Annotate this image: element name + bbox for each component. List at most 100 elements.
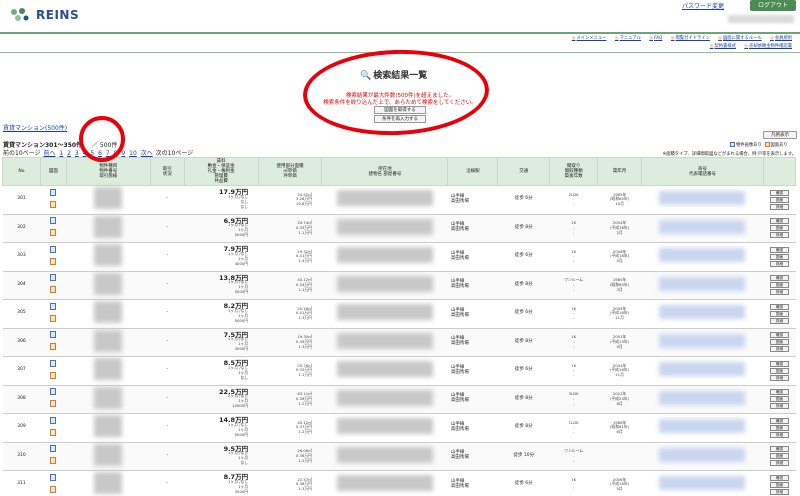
row-area-cell: 19.30㎡ 0.39万円 1.3万円	[258, 327, 322, 357]
pager-page-2[interactable]: 2	[67, 150, 71, 157]
row-built-cell: 1986年 (昭和61年) 6月	[597, 413, 642, 443]
row-price-cell: 9.5万円 1ヶ月 /なし 1ヶ月 なし	[184, 441, 259, 471]
row-actions: 確認 図面 詳細	[763, 441, 796, 471]
pager-page-10[interactable]: 10	[129, 150, 137, 157]
photo-doc-icon[interactable]	[50, 217, 57, 225]
row-image-cell	[40, 270, 67, 300]
drawing-doc-icon[interactable]	[50, 314, 57, 322]
row-line-cell: 山手線 高田馬場	[447, 270, 498, 300]
photo-doc-icon[interactable]	[50, 388, 57, 396]
password-change-link[interactable]: パスワード変更	[682, 1, 724, 10]
confirm-button[interactable]: 確認	[769, 474, 789, 481]
photo-doc-icon[interactable]	[50, 473, 57, 481]
detail-button[interactable]: 詳細	[769, 346, 789, 353]
confirm-button[interactable]: 確認	[769, 303, 789, 310]
detail-button[interactable]: 詳細	[769, 488, 789, 495]
row-bukken-blurred	[66, 213, 151, 243]
photo-doc-icon[interactable]	[50, 359, 57, 367]
row-price-cell: 6.9万円 1ヶ月 /なし 1ヶ月 5000円	[184, 213, 259, 243]
row-price-cell: 8.7万円 1ヶ月 /なし 1ヶ月 3000円	[184, 470, 259, 496]
photo-doc-icon[interactable]	[50, 445, 57, 453]
detail-button[interactable]: 詳細	[769, 232, 789, 239]
drawing-button[interactable]: 図面	[769, 481, 789, 488]
nav-faq[interactable]: FAQ	[649, 36, 662, 41]
drawing-doc-icon[interactable]	[50, 286, 57, 294]
confirm-button[interactable]: 確認	[769, 389, 789, 396]
photo-doc-icon[interactable]	[50, 416, 57, 424]
pager-page-1[interactable]: 1	[59, 150, 63, 157]
table-row: 309 - 14.8万円 1ヶ月 /なし 1ヶ月 5000円 40.12㎡ 0.…	[2, 413, 796, 443]
confirm-button[interactable]: 確認	[769, 246, 789, 253]
photo-doc-icon[interactable]	[50, 302, 57, 310]
red-annotation-circle-count	[79, 116, 125, 162]
pager-next[interactable]: 次へ	[141, 150, 153, 157]
nav-guideline[interactable]: 閲覧ガイドライン	[671, 36, 710, 41]
drawing-button[interactable]: 図面	[769, 453, 789, 460]
drawing-button[interactable]: 図面	[769, 424, 789, 431]
pager-next10[interactable]: 次の10ページ	[156, 150, 194, 157]
pager-page-3[interactable]: 3	[75, 150, 79, 157]
confirm-button[interactable]: 確認	[769, 360, 789, 367]
drawing-button[interactable]: 図面	[769, 282, 789, 289]
nav-contract-forms[interactable]: 契約書様式	[710, 44, 736, 49]
drawing-button[interactable]: 図面	[769, 196, 789, 203]
row-image-cell	[40, 327, 67, 357]
row-access: 徒歩 6分	[497, 242, 550, 272]
detail-button[interactable]: 詳細	[769, 431, 789, 438]
drawing-button[interactable]: 図面	[769, 339, 789, 346]
legend-toggle-button[interactable]: 凡例表示	[763, 131, 797, 139]
row-image-cell	[40, 356, 67, 386]
photo-doc-icon[interactable]	[50, 331, 57, 339]
drawing-doc-icon[interactable]	[50, 371, 57, 379]
detail-button[interactable]: 詳細	[769, 203, 789, 210]
drawing-button[interactable]: 図面	[769, 367, 789, 374]
row-access: 徒歩 8分	[497, 413, 550, 443]
pager-page-9[interactable]: 9	[121, 150, 125, 157]
detail-button[interactable]: 詳細	[769, 317, 789, 324]
photo-doc-icon[interactable]	[50, 188, 57, 196]
photo-doc-icon[interactable]	[50, 245, 57, 253]
row-madori-cell: 1K --	[549, 242, 598, 272]
nav-manual[interactable]: マニュアル	[615, 36, 641, 41]
confirm-button[interactable]: 確認	[769, 417, 789, 424]
nav-drawing-rules[interactable]: 図面に関するルール	[718, 36, 761, 41]
pager-prev10[interactable]: 前の10ページ	[3, 150, 41, 157]
detail-button[interactable]: 詳細	[769, 403, 789, 410]
nav-seller-confirmation[interactable]: 売却依頼主物件確認書	[744, 44, 792, 49]
confirm-button[interactable]: 確認	[769, 189, 789, 196]
category-tab-link[interactable]: 賃貸マンション(500件)	[3, 123, 67, 132]
confirm-button[interactable]: 確認	[769, 332, 789, 339]
row-built-month: 4月	[616, 258, 623, 264]
detail-button[interactable]: 詳細	[769, 289, 789, 296]
row-madori-cell: 2LDK --	[549, 185, 598, 215]
drawing-doc-icon[interactable]	[50, 229, 57, 237]
drawing-doc-icon[interactable]	[50, 257, 57, 265]
drawing-button[interactable]: 図面	[769, 225, 789, 232]
drawing-button[interactable]: 図面	[769, 310, 789, 317]
confirm-button[interactable]: 確認	[769, 275, 789, 282]
row-madori-cell: 1K --	[549, 356, 598, 386]
logout-button[interactable]: ログアウト	[750, 0, 796, 11]
detail-button[interactable]: 詳細	[769, 260, 789, 267]
drawing-doc-icon[interactable]	[50, 485, 57, 493]
nav-main-menu[interactable]: メインメニュー	[572, 36, 607, 41]
drawing-doc-icon[interactable]	[50, 343, 57, 351]
photo-doc-icon[interactable]	[50, 274, 57, 282]
drawing-button[interactable]: 図面	[769, 396, 789, 403]
row-address-blurred	[321, 185, 448, 215]
drawing-doc-icon[interactable]	[50, 457, 57, 465]
drawing-doc-icon[interactable]	[50, 200, 57, 208]
row-fee: 5000円	[234, 289, 249, 295]
detail-button[interactable]: 詳細	[769, 460, 789, 467]
detail-button[interactable]: 詳細	[769, 374, 789, 381]
row-built-cell: 2006年 (平成18年) 4月	[597, 242, 642, 272]
pager-prev[interactable]: 前へ	[43, 150, 55, 157]
nav-member-rules[interactable]: 会員規則	[770, 36, 792, 41]
drawing-doc-icon[interactable]	[50, 400, 57, 408]
confirm-button[interactable]: 確認	[769, 218, 789, 225]
drawing-doc-icon[interactable]	[50, 428, 57, 436]
row-tsubo-price: 1.3万円	[298, 315, 312, 321]
confirm-button[interactable]: 確認	[769, 446, 789, 453]
row-agent-blurred	[641, 299, 764, 329]
drawing-button[interactable]: 図面	[769, 253, 789, 260]
